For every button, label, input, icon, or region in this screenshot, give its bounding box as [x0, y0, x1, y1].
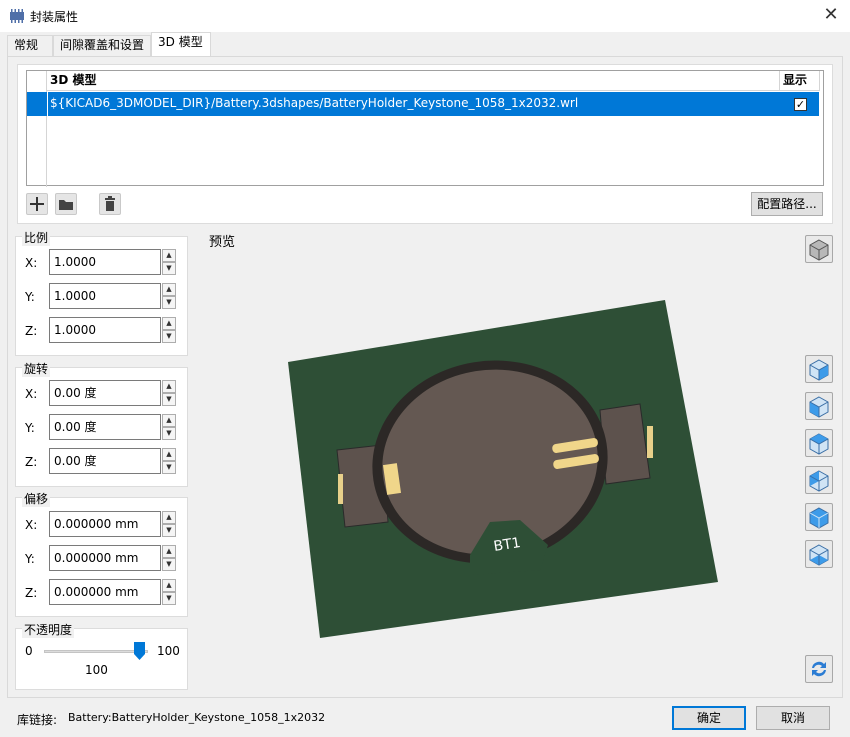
view-right-button[interactable]: [805, 355, 833, 383]
view-top-icon: [809, 433, 829, 455]
rotation-x-down-icon[interactable]: ▼: [162, 393, 176, 406]
scale-x-input[interactable]: 1.0000: [49, 249, 161, 275]
browse-model-button[interactable]: [55, 193, 77, 215]
tab-general[interactable]: 常规: [7, 35, 53, 56]
cube-3d-icon: [809, 239, 829, 261]
reload-button[interactable]: [805, 655, 833, 683]
offset-x-down-icon[interactable]: ▼: [162, 524, 176, 537]
view-front-button[interactable]: [805, 392, 833, 420]
pcb-3d-preview[interactable]: BT1: [240, 280, 740, 660]
rotation-y-input[interactable]: 0.00 度: [49, 414, 161, 440]
view-bottom-button[interactable]: [805, 540, 833, 568]
plus-icon: [30, 197, 44, 211]
tab-bar: 常规 间隙覆盖和设置 3D 模型: [0, 32, 850, 56]
add-model-button[interactable]: [26, 193, 48, 215]
scale-x-label: X:: [25, 256, 38, 270]
model-table[interactable]: 3D 模型 显示 ${KICAD6_3DMODEL_DIR}/Battery.3…: [26, 70, 824, 187]
view-left-button[interactable]: [805, 466, 833, 494]
offset-x-input[interactable]: 0.000000 mm: [49, 511, 161, 537]
rotation-y-down-icon[interactable]: ▼: [162, 427, 176, 440]
close-icon[interactable]: ✕: [820, 4, 842, 26]
scale-z-up-icon[interactable]: ▲: [162, 317, 176, 330]
offset-z-up-icon[interactable]: ▲: [162, 579, 176, 592]
view-top-button[interactable]: [805, 429, 833, 457]
configure-paths-button[interactable]: 配置路径...: [751, 192, 823, 216]
view-3d-button[interactable]: [805, 235, 833, 263]
offset-z-input[interactable]: 0.000000 mm: [49, 579, 161, 605]
scale-z-down-icon[interactable]: ▼: [162, 330, 176, 343]
tab-clearance[interactable]: 间隙覆盖和设置: [53, 35, 151, 56]
opacity-min-label: 0: [25, 644, 33, 658]
view-back-icon: [809, 507, 829, 529]
footprint-app-icon: [10, 9, 24, 23]
show-checkbox[interactable]: ✓: [794, 98, 807, 111]
reload-icon: [812, 661, 826, 677]
opacity-value: 100: [85, 663, 108, 677]
opacity-max-label: 100: [157, 644, 180, 658]
tab-3d-model[interactable]: 3D 模型: [151, 32, 211, 56]
contact-pad-right: [647, 426, 653, 458]
view-back-button[interactable]: [805, 503, 833, 531]
rotation-x-up-icon[interactable]: ▲: [162, 380, 176, 393]
row-header-column: [27, 71, 47, 187]
row-header-selected[interactable]: [27, 92, 47, 116]
view-bottom-icon: [809, 544, 829, 566]
rotation-x-label: X:: [25, 387, 38, 401]
scale-x-down-icon[interactable]: ▼: [162, 262, 176, 275]
preview-label: 预览: [209, 235, 236, 250]
scale-y-down-icon[interactable]: ▼: [162, 296, 176, 309]
opacity-slider-track[interactable]: [44, 650, 148, 653]
delete-model-button[interactable]: [99, 193, 121, 215]
rotation-z-label: Z:: [25, 455, 38, 469]
rotation-z-down-icon[interactable]: ▼: [162, 461, 176, 474]
scale-y-input[interactable]: 1.0000: [49, 283, 161, 309]
offset-y-up-icon[interactable]: ▲: [162, 545, 176, 558]
cancel-button[interactable]: 取消: [756, 706, 830, 730]
opacity-title: 不透明度: [22, 621, 75, 638]
column-header-model[interactable]: 3D 模型: [47, 71, 780, 91]
rotation-z-input[interactable]: 0.00 度: [49, 448, 161, 474]
offset-x-label: X:: [25, 518, 38, 532]
title-bar: 封装属性 ✕: [0, 0, 850, 32]
contact-pad-left: [338, 474, 343, 504]
library-link-value: Battery:BatteryHolder_Keystone_1058_1x20…: [68, 711, 326, 724]
scale-z-input[interactable]: 1.0000: [49, 317, 161, 343]
scale-z-label: Z:: [25, 324, 38, 338]
offset-z-label: Z:: [25, 586, 38, 600]
offset-y-label: Y:: [25, 552, 35, 566]
offset-y-down-icon[interactable]: ▼: [162, 558, 176, 571]
folder-icon: [59, 200, 73, 210]
scale-y-up-icon[interactable]: ▲: [162, 283, 176, 296]
window-title: 封装属性: [30, 10, 79, 24]
rotation-z-up-icon[interactable]: ▲: [162, 448, 176, 461]
offset-z-down-icon[interactable]: ▼: [162, 592, 176, 605]
view-left-icon: [809, 470, 829, 492]
opacity-slider-handle[interactable]: [134, 642, 145, 660]
library-link-label: 库链接:: [17, 713, 58, 727]
offset-y-input[interactable]: 0.000000 mm: [49, 545, 161, 571]
scale-y-label: Y:: [25, 290, 35, 304]
table-row[interactable]: ${KICAD6_3DMODEL_DIR}/Battery.3dshapes/B…: [48, 92, 819, 116]
view-right-icon: [809, 359, 829, 381]
offset-title: 偏移: [22, 490, 51, 507]
view-front-icon: [809, 396, 829, 418]
rotation-y-label: Y:: [25, 421, 35, 435]
offset-x-up-icon[interactable]: ▲: [162, 511, 176, 524]
column-header-show[interactable]: 显示: [780, 71, 820, 91]
scale-title: 比例: [22, 229, 51, 246]
rotation-x-input[interactable]: 0.00 度: [49, 380, 161, 406]
ok-button[interactable]: 确定: [672, 706, 746, 730]
rotation-title: 旋转: [22, 360, 51, 377]
rotation-y-up-icon[interactable]: ▲: [162, 414, 176, 427]
scale-x-up-icon[interactable]: ▲: [162, 249, 176, 262]
trash-icon: [105, 196, 115, 211]
model-path-cell: ${KICAD6_3DMODEL_DIR}/Battery.3dshapes/B…: [50, 96, 579, 110]
